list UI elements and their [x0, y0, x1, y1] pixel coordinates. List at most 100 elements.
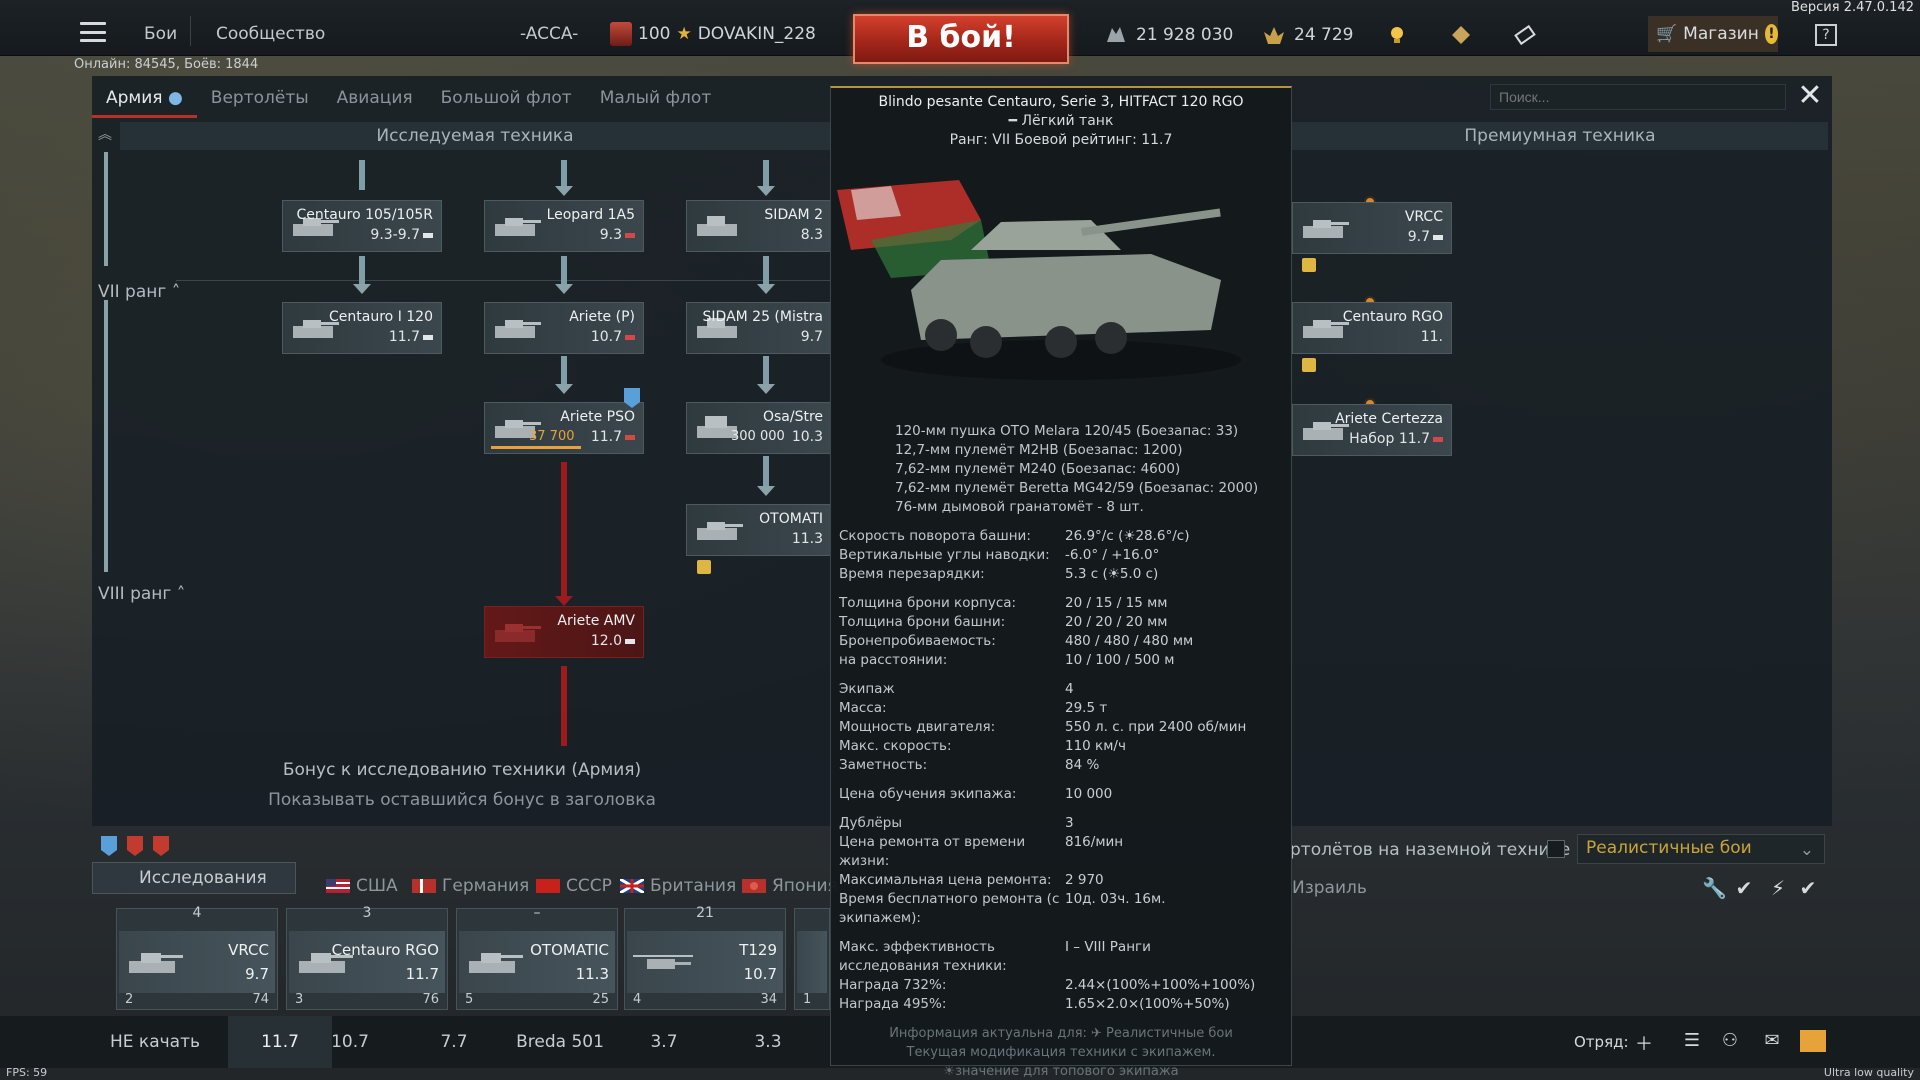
- slot-vehicle-name: VRCC: [228, 941, 269, 959]
- mail-icon[interactable]: [1800, 1030, 1826, 1052]
- vehicle-card-sidam-2[interactable]: SIDAM 2 8.3: [686, 200, 832, 252]
- close-button[interactable]: ✕: [1795, 81, 1825, 112]
- vehicle-card-centauro-rgo[interactable]: Centauro RGO 11.: [1292, 302, 1452, 354]
- vehicle-render: [837, 180, 1241, 380]
- vehicle-card-centauro-i-120[interactable]: Centauro I 120 11.7: [282, 302, 442, 354]
- battles-menu[interactable]: Бои: [144, 24, 177, 44]
- modification-list-icon[interactable]: [124, 834, 146, 858]
- crew-slot-partial[interactable]: 1: [794, 908, 830, 1010]
- wrench-icon[interactable]: 🔧: [1702, 876, 1727, 900]
- tree-connector: [359, 160, 365, 190]
- nation-tab-israel[interactable]: Израиль: [1292, 878, 1367, 898]
- vehicle-card-sidam-25[interactable]: SIDAM 25 (Mistra 9.7: [686, 302, 832, 354]
- version-label: Версия 2.47.0.142: [1790, 0, 1914, 15]
- nation-tab-britain[interactable]: Британия: [620, 876, 736, 896]
- stat-row: Толщина брони башни: 20 / 20 / 20 мм: [839, 614, 1168, 630]
- to-battle-button[interactable]: В бой!: [853, 14, 1069, 64]
- player-profile[interactable]: 100 ★ DOVAKIN_228: [610, 22, 816, 46]
- discount-icon[interactable]: [150, 834, 172, 858]
- tab-helicopters[interactable]: Вертолёты: [197, 80, 323, 118]
- main-menu-button[interactable]: [80, 22, 106, 42]
- list-icon[interactable]: ☰: [1680, 1030, 1704, 1054]
- stat-row: Макс. эффективность исследования техники…: [839, 939, 1151, 974]
- friends-icon[interactable]: ⚇: [1718, 1030, 1742, 1054]
- check-icon[interactable]: ✔: [1796, 876, 1820, 900]
- vehicle-card-osa[interactable]: Osa/Stre 300 000 10.3: [686, 402, 832, 454]
- vehicle-card-ariete-amv[interactable]: Ariete AMV 12.0: [484, 606, 644, 658]
- modifications-icon[interactable]: ⚡: [1766, 876, 1790, 900]
- player-name: DOVAKIN_228: [697, 24, 816, 44]
- search-input[interactable]: [1490, 84, 1786, 110]
- slot-vehicle-name: Centauro RGO: [331, 941, 439, 959]
- nation-tab-ussr[interactable]: СССР: [536, 876, 612, 896]
- lightbulb-icon[interactable]: [1386, 24, 1408, 46]
- slot-count: –: [533, 905, 541, 921]
- tab-bluewater-fleet[interactable]: Большой флот: [427, 80, 586, 118]
- eagles-value: 24 729: [1294, 25, 1354, 45]
- check-icon[interactable]: ✔: [1732, 876, 1756, 900]
- vehicle-card-ariete-pso[interactable]: Ariete PSO 37 700 11.7: [484, 402, 644, 454]
- eagles-balance[interactable]: 24 729: [1262, 24, 1353, 46]
- shop-button[interactable]: 🛒 Магазин !: [1648, 16, 1778, 52]
- crew-badge-icon: [1302, 358, 1316, 372]
- research-bulb-icon[interactable]: [98, 834, 120, 858]
- crew-slot-t129[interactable]: 21 T129 10.7 4 34: [624, 905, 786, 1010]
- arrow-down-icon: [353, 284, 371, 294]
- nation-tab-usa[interactable]: США: [326, 876, 398, 896]
- vehicle-card-vrcc[interactable]: VRCC 9.7: [1292, 202, 1452, 254]
- vehicle-name: SIDAM 25 (Mistra: [702, 309, 823, 325]
- preset-tab[interactable]: Breda 501: [508, 1016, 612, 1068]
- battle-mode-select[interactable]: Реалистичные бои ⌄: [1577, 834, 1825, 864]
- crew-badge-icon: [697, 560, 711, 574]
- stat-row: Награда 732%: 2.44×(100%+100%+100%): [839, 977, 1256, 993]
- add-squad-icon[interactable]: ＋: [1632, 1030, 1656, 1055]
- vehicle-br: 9.3: [600, 227, 635, 243]
- help-button[interactable]: ?: [1815, 24, 1837, 46]
- research-dropdown[interactable]: Исследования: [92, 862, 296, 894]
- vehicle-card-ariete-p[interactable]: Ariete (P) 10.7: [484, 302, 644, 354]
- vehicle-card-leopard-1a5[interactable]: Leopard 1A5 9.3: [484, 200, 644, 252]
- rank-vii-label[interactable]: VII ранг ˄: [98, 282, 180, 302]
- vehicle-card-ariete-certezza[interactable]: Ariete Certezza Набор 11.7: [1292, 404, 1452, 456]
- vehicle-br: 11.7: [591, 429, 635, 445]
- tooltip-footer: ☀значение для топового экипажа: [943, 1064, 1179, 1079]
- slot-vehicle-name: OTOMATIC: [530, 941, 609, 959]
- preset-tab[interactable]: 10.7: [298, 1016, 402, 1068]
- vehicle-name: Osa/Stre: [762, 409, 823, 425]
- vehicle-card-otomatic[interactable]: OTOMATI 11.3: [686, 504, 832, 556]
- rank-viii-label[interactable]: VIII ранг ˄: [98, 584, 185, 604]
- research-cost: 300 000: [731, 429, 785, 444]
- online-status: Онлайн: 84545, Боёв: 1844: [74, 57, 259, 72]
- crew-count: 5: [465, 992, 474, 1007]
- diamond-icon[interactable]: [1450, 24, 1472, 46]
- crew-slot-vrcc[interactable]: 4 VRCC 9.7 2 74: [116, 905, 278, 1010]
- stat-row: Масса: 29.5 т: [839, 700, 1108, 716]
- research-bonus-option[interactable]: Показывать оставшийся бонус в заголовка: [92, 790, 832, 810]
- arrow-down-icon: [757, 486, 775, 496]
- preset-tab[interactable]: 7.7: [402, 1016, 506, 1068]
- helicopters-checkbox[interactable]: [1547, 840, 1565, 858]
- tree-connector: [763, 456, 769, 486]
- crew-slot-centauro-rgo[interactable]: 3 Centauro RGO 11.7 3 76: [286, 905, 448, 1010]
- tab-army[interactable]: Армия ●: [92, 80, 197, 118]
- tank-icon: [129, 953, 183, 973]
- ticket-icon[interactable]: [1514, 24, 1536, 46]
- silver-lions-balance[interactable]: 21 928 030: [1104, 24, 1233, 46]
- crew-slot-otomatic[interactable]: – OTOMATIC 11.3 5 25: [456, 905, 618, 1010]
- squad-label: Отряд:: [1574, 1033, 1629, 1051]
- nation-tab-japan[interactable]: Япония: [742, 876, 838, 896]
- nation-tab-germany[interactable]: Германия: [412, 876, 529, 896]
- tab-coastal-fleet[interactable]: Малый флот: [586, 80, 726, 118]
- slot-vehicle-br: 11.3: [575, 965, 609, 983]
- community-menu[interactable]: Сообщество: [216, 24, 325, 44]
- chat-icon[interactable]: ✉: [1760, 1030, 1784, 1054]
- collapse-icon[interactable]: ︽: [98, 124, 116, 146]
- vehicle-card-centauro-105[interactable]: Centauro 105/105R 9.3-9.7: [282, 200, 442, 252]
- preset-tab[interactable]: 3.7: [612, 1016, 716, 1068]
- preset-tab[interactable]: 3.3: [716, 1016, 820, 1068]
- warning-icon: !: [1764, 24, 1778, 44]
- squadron-tag[interactable]: -ACCA-: [520, 24, 578, 44]
- research-cost: 37 700: [529, 429, 575, 444]
- tab-aviation[interactable]: Авиация: [323, 80, 427, 118]
- preset-tab[interactable]: НЕ качать: [86, 1016, 224, 1068]
